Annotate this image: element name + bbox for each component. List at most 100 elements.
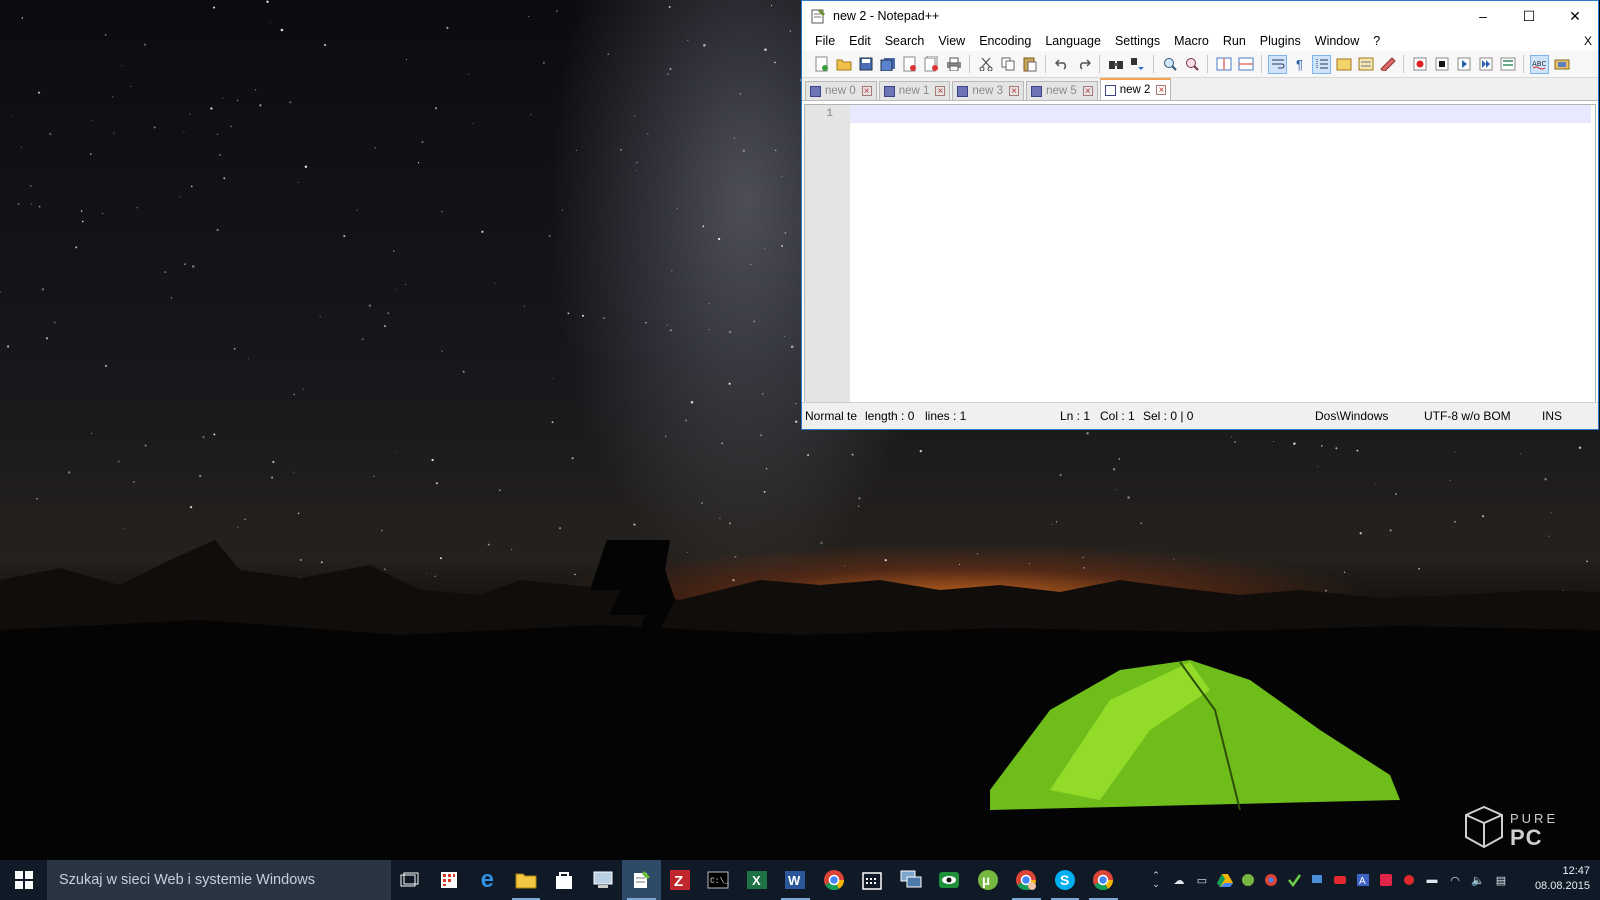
eye-viewer-icon[interactable]: [930, 860, 969, 900]
zoom-out-icon[interactable]: [1182, 55, 1201, 74]
indent-guide-icon[interactable]: [1312, 54, 1331, 74]
remote-desktop-icon[interactable]: [892, 860, 931, 900]
menu-encoding[interactable]: Encoding: [972, 34, 1038, 48]
tab-new-1[interactable]: new 1 ×: [878, 81, 951, 100]
print-icon[interactable]: [944, 55, 963, 74]
copy-icon[interactable]: [998, 55, 1017, 74]
tab-new-2[interactable]: new 2 ×: [1099, 78, 1172, 100]
calendar-icon[interactable]: [853, 860, 892, 900]
tab-close-icon[interactable]: ×: [1156, 85, 1167, 96]
cut-icon[interactable]: [976, 55, 995, 74]
display-icon[interactable]: [1308, 871, 1326, 889]
keepass-icon[interactable]: A: [1354, 871, 1372, 889]
zoom-in-icon[interactable]: [1160, 55, 1179, 74]
star: [323, 43, 327, 47]
onedrive-icon[interactable]: ☁: [1170, 871, 1188, 889]
find-icon[interactable]: [1106, 55, 1125, 74]
google-drive-icon[interactable]: [1216, 871, 1234, 889]
text-editing-area[interactable]: [850, 105, 1595, 402]
menu-file[interactable]: File: [808, 34, 842, 48]
save-all-icon[interactable]: [878, 55, 897, 74]
menu-view[interactable]: View: [931, 34, 972, 48]
start-button[interactable]: [0, 860, 47, 900]
tab-close-icon[interactable]: ×: [1009, 86, 1020, 97]
store-icon[interactable]: [545, 860, 584, 900]
paste-icon[interactable]: [1020, 55, 1039, 74]
chrome-icon[interactable]: [815, 860, 854, 900]
menu-settings[interactable]: Settings: [1108, 34, 1167, 48]
notepadpp-taskbar-icon[interactable]: [622, 860, 661, 900]
folder-as-workspace-icon[interactable]: [1378, 55, 1397, 74]
menu-help[interactable]: ?: [1366, 34, 1387, 48]
edge-icon[interactable]: e: [468, 860, 507, 900]
battery-icon[interactable]: ▬: [1423, 871, 1441, 889]
menu-search[interactable]: Search: [878, 34, 932, 48]
task-view-icon[interactable]: [391, 860, 430, 900]
replace-icon[interactable]: [1128, 55, 1147, 74]
network-computer-icon[interactable]: [584, 860, 623, 900]
word-icon[interactable]: W: [776, 860, 815, 900]
monitor-icon[interactable]: ▭: [1193, 871, 1211, 889]
menu-plugins[interactable]: Plugins: [1253, 34, 1308, 48]
taskbar-search-box[interactable]: Szukaj w sieci Web i systemie Windows: [47, 860, 391, 900]
wifi-icon[interactable]: ◠: [1446, 871, 1464, 889]
command-prompt-icon[interactable]: C:\_: [699, 860, 738, 900]
taskbar-clock[interactable]: 12:47 08.08.2015: [1535, 864, 1590, 894]
action-center-icon[interactable]: ▤: [1492, 871, 1510, 889]
utorrent-icon[interactable]: µ: [969, 860, 1008, 900]
open-file-icon[interactable]: [834, 55, 853, 74]
close-all-icon[interactable]: [922, 55, 941, 74]
record-macro-icon[interactable]: [1410, 55, 1429, 74]
chrome-profile-icon[interactable]: [1007, 860, 1046, 900]
menu-window[interactable]: Window: [1308, 34, 1366, 48]
play-macro-icon[interactable]: [1454, 55, 1473, 74]
word-wrap-icon[interactable]: [1268, 54, 1287, 74]
maximize-button[interactable]: ☐: [1506, 1, 1552, 31]
sync-vertical-icon[interactable]: [1214, 55, 1233, 74]
redo-icon[interactable]: [1074, 55, 1093, 74]
document-map-icon[interactable]: [1334, 55, 1353, 74]
function-list-icon[interactable]: [1356, 55, 1375, 74]
menu-run[interactable]: Run: [1216, 34, 1253, 48]
new-file-icon[interactable]: [812, 55, 831, 74]
tab-close-icon[interactable]: ×: [935, 86, 946, 97]
title-bar[interactable]: new 2 - Notepad++ – ☐ ✕: [802, 1, 1598, 31]
record-tray-icon[interactable]: [1400, 871, 1418, 889]
plugin-icon[interactable]: [1552, 55, 1571, 74]
tab-new-5[interactable]: new 5 ×: [1026, 81, 1098, 100]
star: [551, 421, 554, 424]
chrome-alt-icon[interactable]: [1084, 860, 1123, 900]
antivirus-icon[interactable]: [1285, 871, 1303, 889]
excel-icon[interactable]: X: [738, 860, 777, 900]
close-document-button[interactable]: X: [1584, 34, 1598, 48]
undo-icon[interactable]: [1052, 55, 1071, 74]
file-explorer-icon[interactable]: [507, 860, 546, 900]
tab-new-0[interactable]: new 0 ×: [805, 81, 877, 100]
pushbullet-icon[interactable]: [1377, 871, 1395, 889]
chevron-up-icon[interactable]: ⌃ ⌄: [1147, 871, 1165, 889]
tab-close-icon[interactable]: ×: [1082, 86, 1093, 97]
chrome-tray-icon[interactable]: [1262, 871, 1280, 889]
save-icon[interactable]: [856, 55, 875, 74]
tab-close-icon[interactable]: ×: [861, 86, 872, 97]
menu-language[interactable]: Language: [1038, 34, 1108, 48]
skype-icon[interactable]: S: [1046, 860, 1085, 900]
save-macro-icon[interactable]: [1498, 55, 1517, 74]
red-app-icon[interactable]: [1331, 871, 1349, 889]
calculator-icon[interactable]: [430, 860, 469, 900]
menu-edit[interactable]: Edit: [842, 34, 878, 48]
minimize-button[interactable]: –: [1460, 1, 1506, 31]
close-file-icon[interactable]: [900, 55, 919, 74]
stop-macro-icon[interactable]: [1432, 55, 1451, 74]
close-button[interactable]: ✕: [1552, 1, 1598, 31]
tab-new-3[interactable]: new 3 ×: [952, 81, 1025, 100]
sync-horizontal-icon[interactable]: [1236, 55, 1255, 74]
show-all-characters-icon[interactable]: ¶: [1290, 55, 1309, 74]
run-macro-multiple-icon[interactable]: [1476, 55, 1495, 74]
spell-check-icon[interactable]: ABC: [1530, 54, 1549, 74]
menu-macro[interactable]: Macro: [1167, 34, 1216, 48]
volume-icon[interactable]: 🔈: [1469, 871, 1487, 889]
editor-pane[interactable]: 1: [804, 104, 1596, 403]
utorrent-tray-icon[interactable]: [1239, 871, 1257, 889]
filezilla-icon[interactable]: Z: [661, 860, 700, 900]
